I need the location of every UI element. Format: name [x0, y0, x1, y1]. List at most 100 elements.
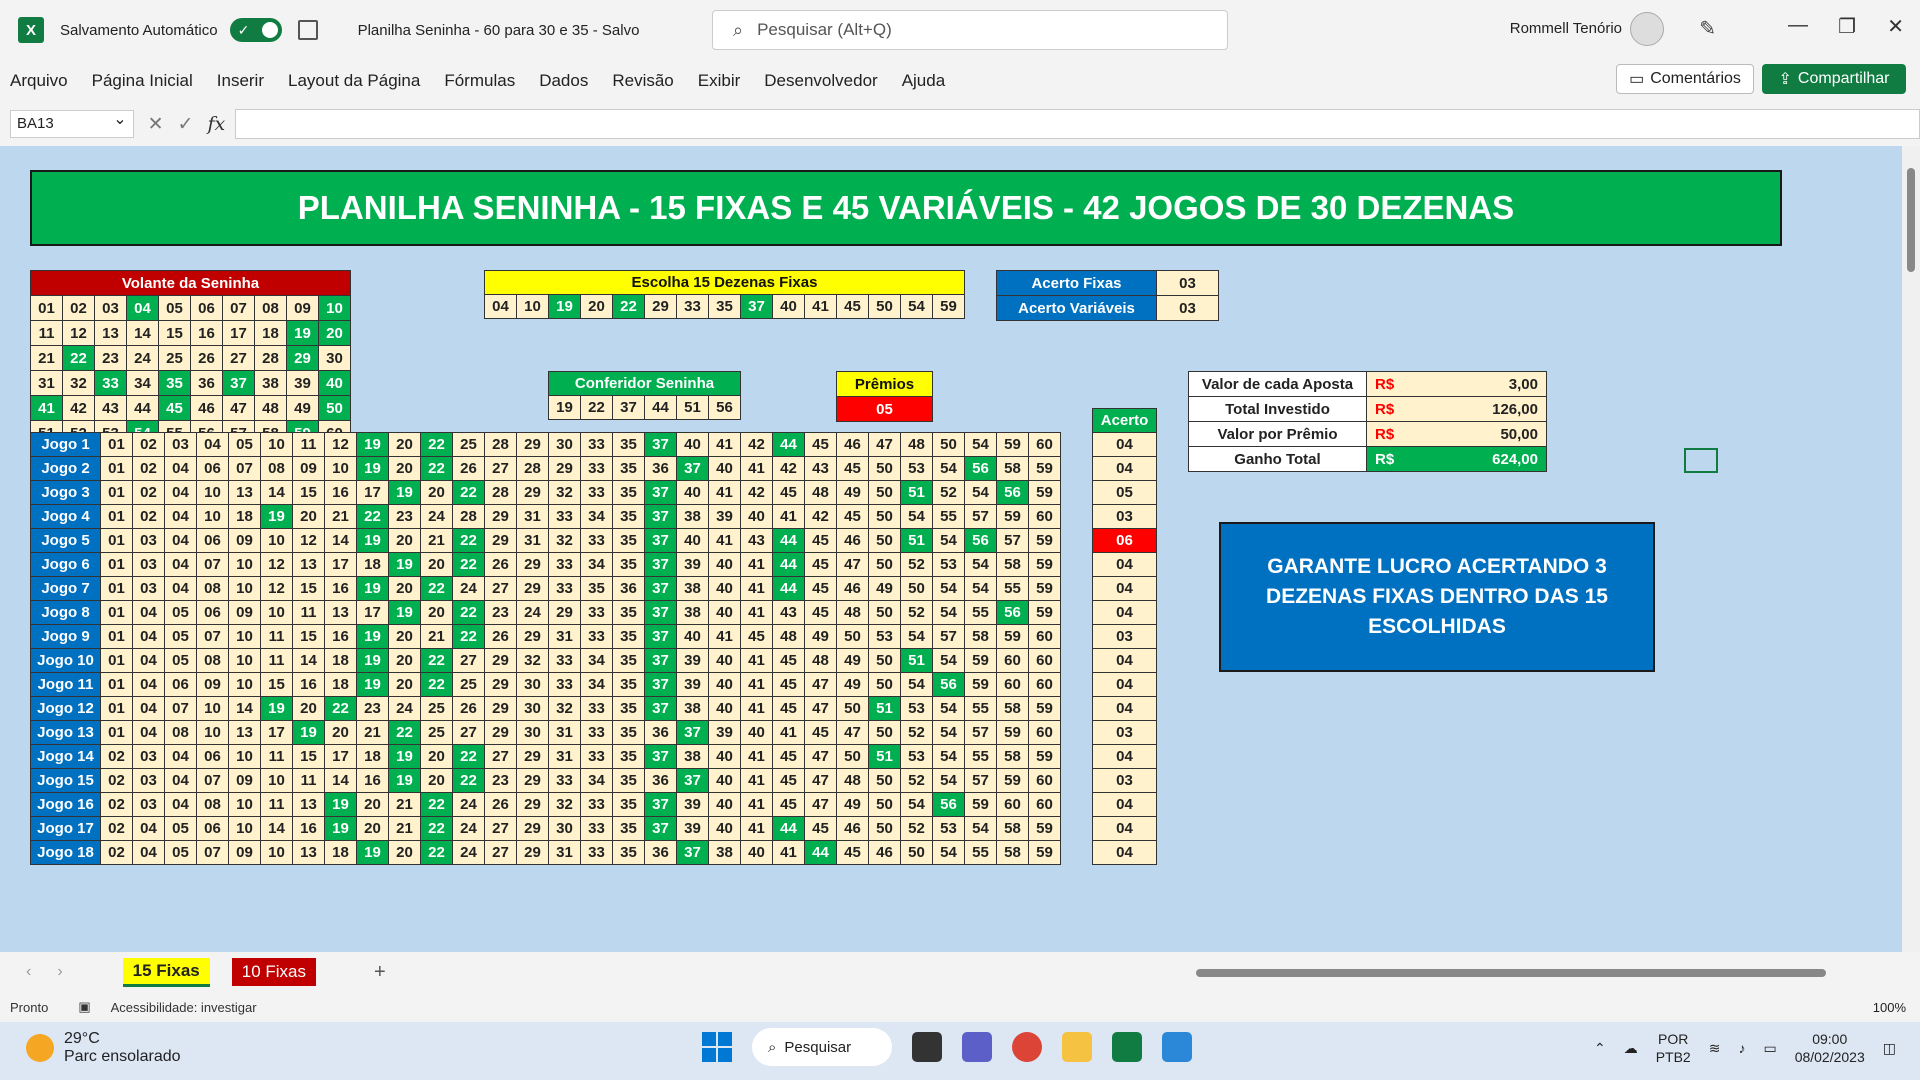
- cloud-icon[interactable]: ☁: [1624, 1040, 1638, 1057]
- volante-cell[interactable]: 27: [222, 345, 255, 371]
- close-icon[interactable]: ✕: [1887, 14, 1904, 39]
- horizontal-scrollbar[interactable]: [1182, 965, 1890, 981]
- weather-widget[interactable]: 29°C Parc ensolarado: [26, 1030, 181, 1066]
- volante-cell[interactable]: 43: [94, 395, 127, 421]
- volante-cell[interactable]: 40: [318, 370, 351, 396]
- volante-cell[interactable]: 08: [254, 295, 287, 321]
- volante-cell[interactable]: 33: [94, 370, 127, 396]
- volante-cell[interactable]: 24: [126, 345, 159, 371]
- volante-cell[interactable]: 45: [158, 395, 191, 421]
- battery-icon[interactable]: ▭: [1763, 1040, 1776, 1057]
- menu-item[interactable]: Revisão: [612, 71, 673, 91]
- menu-item[interactable]: Exibir: [698, 71, 741, 91]
- menu-item[interactable]: Dados: [539, 71, 588, 91]
- volante-cell[interactable]: 44: [126, 395, 159, 421]
- volante-cell[interactable]: 01: [30, 295, 63, 321]
- excel-icon[interactable]: [1112, 1032, 1142, 1062]
- hscroll-thumb[interactable]: [1196, 969, 1826, 977]
- taskbar-search[interactable]: ⌕ Pesquisar: [752, 1028, 892, 1066]
- scrollbar-thumb[interactable]: [1907, 168, 1915, 272]
- add-sheet-icon[interactable]: +: [374, 961, 386, 984]
- volante-cell[interactable]: 30: [318, 345, 351, 371]
- name-box[interactable]: BA13: [10, 107, 134, 138]
- minimize-icon[interactable]: —: [1788, 14, 1808, 37]
- volante-cell[interactable]: 03: [94, 295, 127, 321]
- confirm-icon[interactable]: ✓: [178, 113, 194, 136]
- clock-date[interactable]: 08/02/2023: [1795, 1048, 1865, 1066]
- volante-cell[interactable]: 31: [30, 370, 63, 396]
- volante-cell[interactable]: 28: [254, 345, 287, 371]
- chevron-up-icon[interactable]: ⌃: [1594, 1040, 1606, 1057]
- menu-item[interactable]: Arquivo: [10, 71, 68, 91]
- selected-cell[interactable]: [1684, 448, 1718, 473]
- volante-cell[interactable]: 09: [286, 295, 319, 321]
- menu-item[interactable]: Layout da Página: [288, 71, 420, 91]
- start-icon[interactable]: [702, 1032, 732, 1062]
- cancel-icon[interactable]: ✕: [148, 113, 164, 136]
- volante-cell[interactable]: 38: [254, 370, 287, 396]
- volante-cell[interactable]: 07: [222, 295, 255, 321]
- document-title[interactable]: Planilha Seninha - 60 para 30 e 35 - Sal…: [358, 22, 640, 39]
- volante-cell[interactable]: 16: [190, 320, 223, 346]
- function-icon[interactable]: fx: [207, 113, 225, 136]
- volante-cell[interactable]: 36: [190, 370, 223, 396]
- volante-cell[interactable]: 22: [62, 345, 95, 371]
- volante-cell[interactable]: 32: [62, 370, 95, 396]
- clock-time[interactable]: 09:00: [1795, 1030, 1865, 1048]
- menu-item[interactable]: Fórmulas: [444, 71, 515, 91]
- tab-10-fixas[interactable]: 10 Fixas: [231, 958, 317, 986]
- formula-input[interactable]: [235, 109, 1920, 139]
- chrome-icon[interactable]: [1012, 1032, 1042, 1062]
- folder-icon[interactable]: [1062, 1032, 1092, 1062]
- volante-cell[interactable]: 13: [94, 320, 127, 346]
- avatar[interactable]: [1630, 12, 1664, 46]
- volante-cell[interactable]: 18: [254, 320, 287, 346]
- volante-cell[interactable]: 04: [126, 295, 159, 321]
- volante-cell[interactable]: 41: [30, 395, 63, 421]
- volante-cell[interactable]: 47: [222, 395, 255, 421]
- menu-item[interactable]: Desenvolvedor: [764, 71, 877, 91]
- volante-cell[interactable]: 15: [158, 320, 191, 346]
- search-box[interactable]: ⌕ Pesquisar (Alt+Q): [712, 10, 1228, 50]
- lang-2[interactable]: PTB2: [1656, 1048, 1691, 1066]
- volante-cell[interactable]: 26: [190, 345, 223, 371]
- volante-cell[interactable]: 14: [126, 320, 159, 346]
- accessibility-status[interactable]: Acessibilidade: investigar: [111, 1000, 257, 1015]
- spreadsheet-grid[interactable]: PLANILHA SENINHA - 15 FIXAS E 45 VARIÁVE…: [0, 146, 1920, 952]
- menu-item[interactable]: Inserir: [217, 71, 264, 91]
- volante-cell[interactable]: 02: [62, 295, 95, 321]
- menu-item[interactable]: Página Inicial: [92, 71, 193, 91]
- volante-cell[interactable]: 05: [158, 295, 191, 321]
- volante-cell[interactable]: 49: [286, 395, 319, 421]
- volante-cell[interactable]: 42: [62, 395, 95, 421]
- restore-icon[interactable]: ❐: [1838, 14, 1856, 39]
- volante-cell[interactable]: 19: [286, 320, 319, 346]
- volante-cell[interactable]: 50: [318, 395, 351, 421]
- volante-cell[interactable]: 25: [158, 345, 191, 371]
- taskview-icon[interactable]: [912, 1032, 942, 1062]
- volante-cell[interactable]: 34: [126, 370, 159, 396]
- volante-cell[interactable]: 20: [318, 320, 351, 346]
- volante-cell[interactable]: 37: [222, 370, 255, 396]
- autosave-toggle[interactable]: ✓: [229, 18, 282, 42]
- volume-icon[interactable]: ♪: [1738, 1040, 1745, 1056]
- volante-cell[interactable]: 48: [254, 395, 287, 421]
- lang-1[interactable]: POR: [1656, 1030, 1691, 1048]
- tab-15-fixas[interactable]: 15 Fixas: [122, 957, 210, 987]
- menu-item[interactable]: Ajuda: [902, 71, 945, 91]
- notification-icon[interactable]: ◫: [1883, 1040, 1896, 1057]
- volante-cell[interactable]: 35: [158, 370, 191, 396]
- tab-next-icon[interactable]: ›: [57, 963, 62, 981]
- vertical-scrollbar[interactable]: [1902, 146, 1920, 952]
- volante-cell[interactable]: 17: [222, 320, 255, 346]
- wifi-icon[interactable]: ≋: [1709, 1040, 1721, 1057]
- teams-icon[interactable]: [962, 1032, 992, 1062]
- zoom-level[interactable]: 100%: [1873, 1000, 1906, 1015]
- tab-prev-icon[interactable]: ‹: [26, 963, 31, 981]
- volante-cell[interactable]: 12: [62, 320, 95, 346]
- volante-cell[interactable]: 23: [94, 345, 127, 371]
- volante-cell[interactable]: 06: [190, 295, 223, 321]
- app-icon[interactable]: [1162, 1032, 1192, 1062]
- save-icon[interactable]: [297, 20, 318, 40]
- volante-cell[interactable]: 29: [286, 345, 319, 371]
